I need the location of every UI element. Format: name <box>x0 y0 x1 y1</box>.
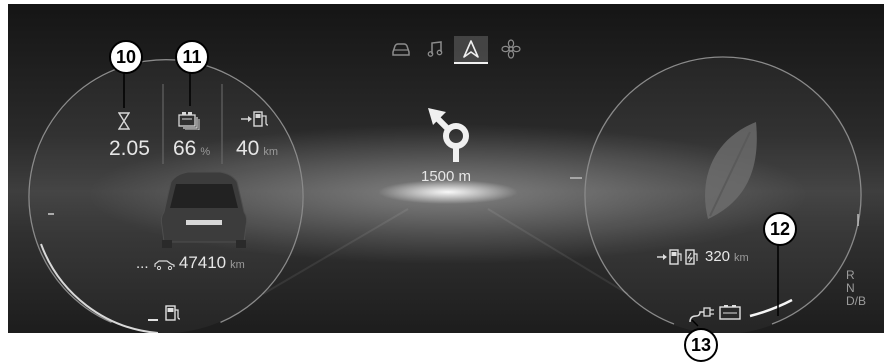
tab-car[interactable] <box>384 36 418 62</box>
odometer: ... 47410 km <box>136 254 245 271</box>
range-to-charger-icon <box>241 111 269 127</box>
navigation-arrow-icon <box>463 40 479 58</box>
callout-11: 11 <box>175 40 209 74</box>
odometer-value: 47410 <box>178 253 227 272</box>
trip-time-value: 2.05 <box>109 137 150 160</box>
car-side-icon <box>154 260 175 271</box>
battery-level: 66% <box>173 138 210 159</box>
odometer-unit: km <box>230 259 245 271</box>
hourglass-icon <box>118 112 130 130</box>
range-to-charge-value: 40 <box>236 137 260 160</box>
tab-navigation[interactable] <box>454 36 488 64</box>
range-to-charge: 40 km <box>236 138 278 159</box>
tab-music[interactable] <box>418 36 452 62</box>
right-range: 320 km <box>705 249 749 265</box>
car-icon <box>392 43 410 56</box>
battery-level-unit: % <box>200 146 211 158</box>
odometer-prefix: ... <box>136 255 149 272</box>
callout-12: 12 <box>763 212 797 246</box>
gear-n: N <box>846 281 855 295</box>
gear-r: R <box>846 268 855 282</box>
charging-plug-battery-icon <box>689 305 741 323</box>
roundabout-turn-left-icon <box>428 108 469 162</box>
callout-10: 10 <box>109 40 143 74</box>
fuel-pump-icon <box>165 305 181 321</box>
fan-icon <box>501 39 521 59</box>
gear-d-b: D/B <box>846 294 867 308</box>
tab-climate[interactable] <box>494 36 528 62</box>
right-range-unit: km <box>734 252 749 264</box>
battery-level-value: 66 <box>173 137 197 160</box>
battery-packs-icon <box>178 112 200 130</box>
range-to-charge-unit: km <box>263 146 279 158</box>
music-note-icon <box>427 41 443 57</box>
callout-13: 13 <box>684 328 718 362</box>
car-rear-icon <box>160 171 248 248</box>
nav-distance: 1500 m <box>421 168 472 185</box>
hybrid-range-icon <box>657 249 698 265</box>
right-range-value: 320 <box>705 248 731 265</box>
